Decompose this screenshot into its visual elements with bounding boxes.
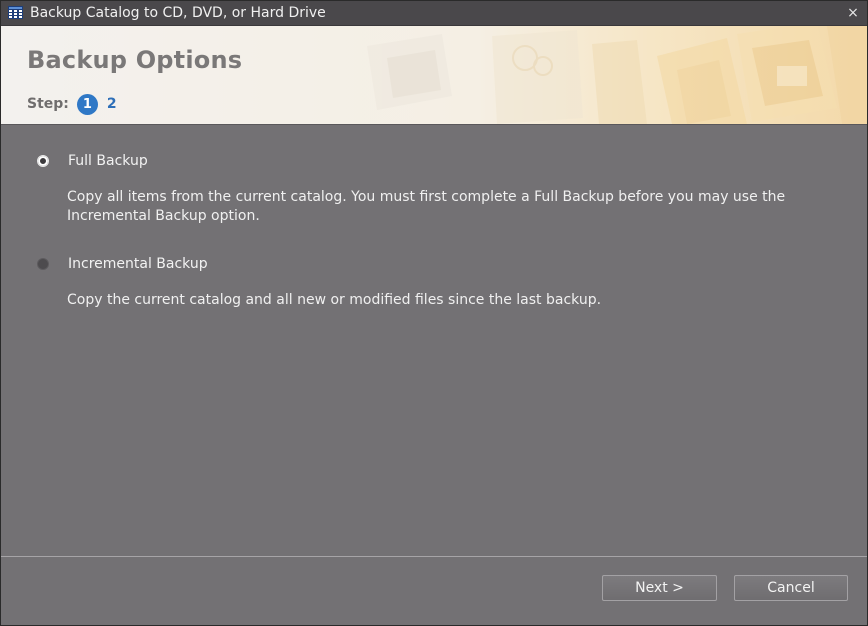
incremental-backup-label: Incremental Backup [68, 256, 208, 272]
dialog-header: Backup Options Step: 1 2 [1, 26, 867, 124]
step-1-badge: 1 [76, 93, 98, 115]
step-2-link[interactable]: 2 [107, 96, 117, 112]
incremental-backup-radio[interactable] [37, 258, 49, 270]
footer-divider [1, 556, 867, 557]
cancel-button[interactable]: Cancel [734, 575, 848, 601]
full-backup-radio[interactable] [37, 155, 49, 167]
grid-app-icon [8, 6, 23, 19]
close-icon[interactable]: × [845, 4, 861, 22]
step-label: Step: [27, 96, 69, 112]
title-bar[interactable]: Backup Catalog to CD, DVD, or Hard Drive… [1, 1, 867, 26]
full-backup-label: Full Backup [68, 153, 148, 169]
full-backup-description: Copy all items from the current catalog.… [67, 189, 786, 224]
step-indicator: Step: 1 2 [27, 93, 117, 115]
options-panel: Full Backup Copy all items from the curr… [1, 125, 867, 556]
backup-dialog: Backup Catalog to CD, DVD, or Hard Drive… [0, 0, 868, 626]
next-button[interactable]: Next > [602, 575, 717, 601]
full-backup-option[interactable]: Full Backup [37, 153, 148, 169]
window-title: Backup Catalog to CD, DVD, or Hard Drive [30, 5, 326, 21]
page-title: Backup Options [27, 46, 243, 74]
photo-collage-art [367, 26, 867, 124]
incremental-backup-description: Copy the current catalog and all new or … [67, 292, 602, 308]
incremental-backup-option[interactable]: Incremental Backup [37, 256, 208, 272]
